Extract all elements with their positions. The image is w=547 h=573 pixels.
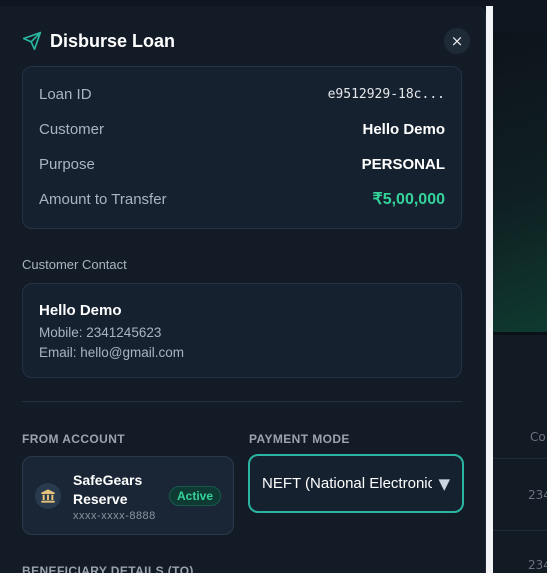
bank-icon bbox=[35, 483, 61, 509]
send-icon bbox=[22, 31, 42, 51]
background-row-divider bbox=[490, 530, 547, 531]
customer-label: Customer bbox=[39, 120, 105, 138]
amount-value: ₹5,00,000 bbox=[372, 191, 445, 208]
customer-contact-card: Hello Demo Mobile: 2341245623 Email: hel… bbox=[22, 283, 462, 378]
background-cell: 234 bbox=[528, 558, 547, 572]
amount-row: Amount to Transfer ₹5,00,000 bbox=[39, 188, 445, 210]
section-divider bbox=[22, 401, 462, 402]
modal-title: Disburse Loan bbox=[50, 30, 176, 51]
close-icon: × bbox=[450, 31, 464, 50]
purpose-label: Purpose bbox=[39, 155, 95, 173]
modal-header: Disburse Loan bbox=[22, 28, 467, 54]
modal-scrollbar[interactable] bbox=[486, 6, 493, 573]
disburse-loan-modal: Disburse Loan × Loan ID e9512929-18c... … bbox=[0, 6, 486, 573]
customer-row: Customer Hello Demo bbox=[39, 118, 445, 140]
close-button[interactable]: × bbox=[444, 28, 470, 54]
customer-value: Hello Demo bbox=[362, 120, 445, 138]
from-account-heading: FROM ACCOUNT bbox=[22, 432, 126, 446]
customer-contact-heading: Customer Contact bbox=[22, 257, 127, 272]
beneficiary-heading: BENEFICIARY DETAILS (TO) bbox=[22, 564, 194, 573]
background-cell: 234 bbox=[528, 488, 547, 502]
payment-mode-heading: PAYMENT MODE bbox=[249, 432, 350, 446]
account-name: SafeGears Reserve bbox=[73, 472, 143, 507]
loan-id-label: Loan ID bbox=[39, 85, 92, 103]
account-number: xxxx-xxxx-8888 bbox=[73, 510, 156, 522]
background-row-divider bbox=[490, 458, 547, 459]
purpose-value: PERSONAL bbox=[361, 155, 445, 173]
from-account-card[interactable]: SafeGears Reserve xxxx-xxxx-8888 Active bbox=[22, 456, 234, 535]
loan-summary-card: Loan ID e9512929-18c... Customer Hello D… bbox=[22, 66, 462, 229]
purpose-row: Purpose PERSONAL bbox=[39, 153, 445, 175]
contact-email: Email: hello@gmail.com bbox=[39, 345, 184, 360]
loan-id-row: Loan ID e9512929-18c... bbox=[39, 83, 445, 105]
loan-id-value: e9512929-18c... bbox=[327, 86, 445, 102]
amount-label: Amount to Transfer bbox=[39, 190, 167, 208]
background-column-header: Co bbox=[530, 430, 546, 444]
contact-mobile: Mobile: 2341245623 bbox=[39, 325, 162, 340]
chevron-down-icon: ▼ bbox=[438, 474, 450, 493]
contact-name: Hello Demo bbox=[39, 302, 122, 319]
status-badge: Active bbox=[169, 486, 222, 506]
payment-mode-select[interactable]: NEFT (National Electronic Funds Transfer… bbox=[248, 454, 464, 513]
payment-mode-value: NEFT (National Electronic Funds Transfer… bbox=[262, 475, 433, 492]
